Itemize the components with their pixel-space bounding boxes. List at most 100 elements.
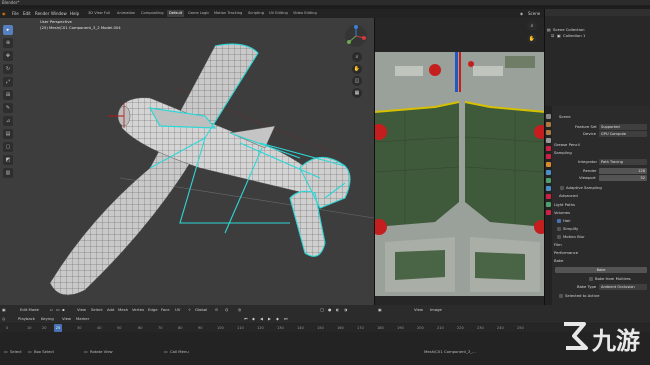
pivot-icon[interactable]: ⊙ [215, 305, 218, 314]
viewport-shading-solid-icon[interactable]: ● [328, 305, 331, 314]
3d-viewport[interactable]: User Perspective (25) Mesh\C01 Component… [0, 18, 374, 305]
section-motion-blur[interactable]: Motion Blur [563, 234, 585, 240]
integrator-dropdown[interactable]: Path Tracing [599, 159, 647, 165]
material-tab-icon[interactable] [546, 210, 551, 215]
viewport-shading-rendered-icon[interactable]: ◑ [344, 305, 347, 314]
section-advanced[interactable]: Advanced [559, 193, 578, 199]
section-film[interactable]: Film [554, 242, 562, 248]
camera-view-icon[interactable]: ◫ [352, 76, 362, 86]
section-sampling[interactable]: Sampling [554, 150, 572, 156]
simplify-checkbox[interactable] [557, 227, 561, 231]
adaptive-sampling-checkbox[interactable] [560, 186, 564, 190]
tab-game-logic[interactable]: Game Logic [186, 10, 211, 17]
menu-vertex[interactable]: Vertex [132, 305, 144, 314]
scene-icon[interactable]: ◈ [520, 9, 523, 18]
menu-file[interactable]: File [12, 9, 19, 18]
hair-checkbox[interactable] [557, 219, 561, 223]
outliner-item-collection-1[interactable]: Collection 1 [563, 33, 585, 39]
prev-keyframe-icon[interactable]: ◆ [252, 314, 255, 323]
selected-to-active-checkbox[interactable] [559, 294, 563, 298]
snap-icon[interactable]: ⌬ [225, 305, 228, 314]
jump-end-icon[interactable]: ⏭ [284, 314, 287, 323]
viewport-shading-wire-icon[interactable]: ◯ [320, 305, 324, 314]
constraints-tab-icon[interactable] [546, 194, 551, 199]
zoom-icon[interactable]: ⌕ [527, 21, 537, 31]
view-layer-tab-icon[interactable] [546, 138, 551, 143]
tool-tab-icon[interactable] [546, 114, 551, 119]
render-samples-field[interactable]: 128 [599, 168, 647, 174]
navigation-gizmo[interactable] [344, 24, 368, 48]
selected-to-active-label[interactable]: Selected to Active [565, 293, 599, 299]
feature-set-dropdown[interactable]: Supported [599, 124, 647, 130]
data-tab-icon[interactable] [546, 202, 551, 207]
tab-motion-tracking[interactable]: Motion Tracking [212, 10, 244, 17]
uv-image-editor[interactable]: ⌕ ✋ [374, 18, 544, 305]
orientation-icon[interactable]: ⊹ [188, 305, 191, 314]
menu-view[interactable]: View [77, 305, 86, 314]
menu-timeline-view[interactable]: View [62, 314, 71, 323]
tab-3d-view-full[interactable]: 3D View Full [86, 10, 112, 17]
tab-uv-editing[interactable]: UV Editing [267, 10, 290, 17]
menu-edge[interactable]: Edge [148, 305, 158, 314]
jump-start-icon[interactable]: ⏮ [244, 314, 247, 323]
scene-tab-icon[interactable] [546, 146, 551, 151]
timeline-editor[interactable]: ◷ Playback Keying View Marker ⏮ ◆ ◀ ▶ ◆ … [0, 314, 650, 347]
face-select-icon[interactable]: ▪ [62, 305, 65, 314]
menu-keying[interactable]: Keying [41, 314, 54, 323]
edge-select-icon[interactable]: ▭ [56, 305, 60, 314]
outliner-panel[interactable]: ▤ Scene Collection ☑ ▣ Collection 1 [544, 9, 650, 106]
uv-editor-type-icon[interactable]: ▣ [378, 305, 382, 314]
properties-panel[interactable]: Scene Feature Set Supported Device GPU C… [544, 106, 650, 305]
menu-marker[interactable]: Marker [76, 314, 89, 323]
editor-type-icon[interactable]: ▣ [2, 305, 6, 314]
play-reverse-icon[interactable]: ◀ [260, 314, 263, 323]
menu-help[interactable]: Help [70, 9, 79, 18]
tab-scripting[interactable]: Scripting [246, 10, 266, 17]
pan-hand-icon[interactable]: ✋ [352, 64, 362, 74]
timeline-ruler[interactable]: 0 10 20 30 40 50 60 70 80 90 100 110 120… [0, 324, 650, 332]
uv-menu-view[interactable]: View [414, 305, 423, 314]
modifier-tab-icon[interactable] [546, 170, 551, 175]
menu-add[interactable]: Add [107, 305, 114, 314]
proportional-edit-icon[interactable]: ◎ [238, 305, 241, 314]
bake-button[interactable]: Bake [555, 267, 647, 273]
viewport-samples-field[interactable]: 32 [599, 175, 647, 181]
section-performance[interactable]: Performance [554, 250, 578, 256]
current-frame-indicator[interactable]: 25 [54, 324, 62, 332]
tab-video-editing[interactable]: Video Editing [291, 10, 319, 17]
timeline-editor-icon[interactable]: ◷ [2, 314, 5, 323]
physics-tab-icon[interactable] [546, 186, 551, 191]
uv-menu-image[interactable]: Image [430, 305, 442, 314]
pan-hand-icon[interactable]: ✋ [527, 34, 537, 44]
world-tab-icon[interactable] [546, 154, 551, 159]
menu-select[interactable]: Select [91, 305, 103, 314]
section-bake[interactable]: Bake [554, 258, 563, 264]
menu-mesh[interactable]: Mesh [118, 305, 128, 314]
menu-edit[interactable]: Edit [23, 9, 31, 18]
section-light-paths[interactable]: Light Paths [554, 202, 575, 208]
menu-face[interactable]: Face [161, 305, 170, 314]
bake-from-multires-checkbox[interactable] [589, 277, 593, 281]
section-volumes[interactable]: Volumes [554, 210, 570, 216]
section-simplify[interactable]: Simplify [563, 226, 578, 232]
menu-uv[interactable]: UV [175, 305, 180, 314]
output-tab-icon[interactable] [546, 130, 551, 135]
section-hair[interactable]: Hair [563, 218, 571, 224]
tab-animation[interactable]: Animation [115, 10, 137, 17]
menu-window[interactable]: Window [51, 9, 67, 18]
bake-type-dropdown[interactable]: Ambient Occlusion [599, 284, 647, 290]
vertex-select-icon[interactable]: ▫ [50, 305, 53, 314]
tab-default[interactable]: Default [167, 10, 185, 17]
next-keyframe-icon[interactable]: ◆ [276, 314, 279, 323]
viewport-shading-material-icon[interactable]: ◐ [336, 305, 339, 314]
mode-dropdown[interactable]: Edit Mode [20, 305, 39, 314]
menu-playback[interactable]: Playback [18, 314, 35, 323]
blender-logo-icon[interactable]: ◉ [2, 9, 6, 18]
particles-tab-icon[interactable] [546, 178, 551, 183]
tab-compositing[interactable]: Compositing [139, 10, 166, 17]
device-dropdown[interactable]: GPU Compute [599, 131, 647, 137]
menu-render[interactable]: Render [35, 9, 49, 18]
render-tab-icon[interactable] [546, 122, 551, 127]
motion-blur-checkbox[interactable] [557, 235, 561, 239]
play-icon[interactable]: ▶ [268, 314, 271, 323]
